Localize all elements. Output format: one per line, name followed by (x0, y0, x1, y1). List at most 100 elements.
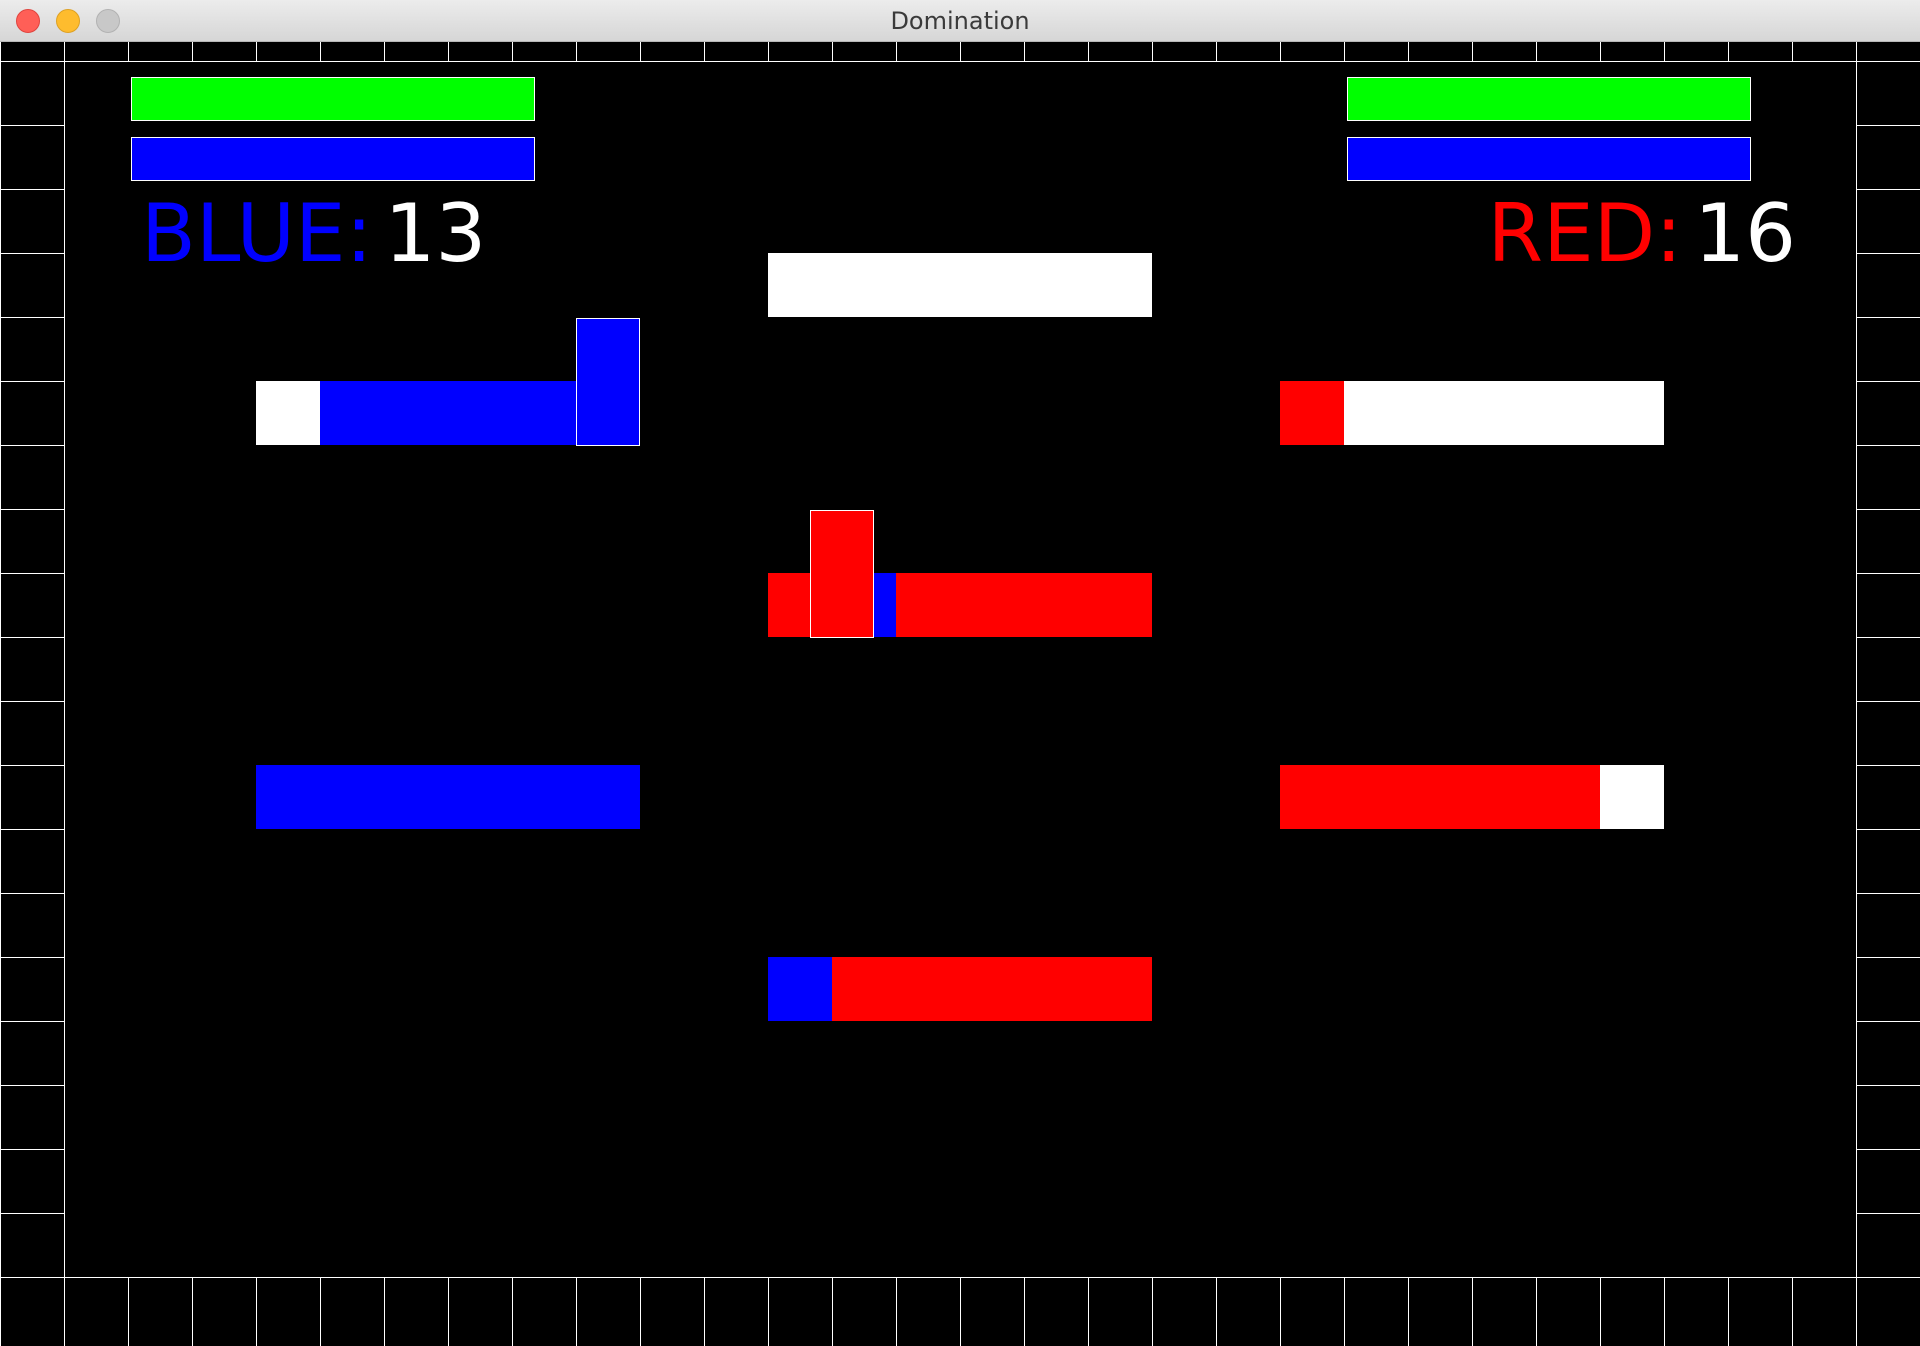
grid-cell (1536, 42, 1601, 62)
grid-cell (1856, 701, 1920, 766)
platform-segment-red (1472, 765, 1536, 829)
grid-cell (768, 42, 833, 62)
platform-segment-neutral (768, 253, 832, 317)
grid-cell (1856, 765, 1920, 830)
red-score-display: RED: 16 (1488, 184, 1796, 284)
platform-segment-blue (576, 765, 640, 829)
grid-cell (0, 125, 65, 190)
grid-cell (320, 1277, 385, 1346)
platform-segment-neutral (1600, 765, 1664, 829)
platform-segment-blue (768, 957, 832, 1021)
grid-cell (0, 701, 65, 766)
grid-cell (704, 1277, 769, 1346)
grid-cell (1280, 1277, 1345, 1346)
grid-cell (1728, 1277, 1793, 1346)
grid-cell (0, 42, 65, 62)
grid-cell (1408, 42, 1473, 62)
grid-cell (1856, 509, 1920, 574)
grid-cell (1856, 637, 1920, 702)
grid-cell (1856, 573, 1920, 638)
grid-cell (1472, 42, 1537, 62)
window-titlebar: Domination (0, 0, 1920, 42)
grid-cell (1856, 445, 1920, 510)
platform-segment-red (1536, 765, 1600, 829)
platform-segment-red (1344, 765, 1408, 829)
grid-cell (704, 42, 769, 62)
grid-cell (1856, 61, 1920, 126)
grid-cell (1280, 42, 1345, 62)
red-player (810, 510, 874, 638)
grid-cell (0, 253, 65, 318)
grid-cell (256, 42, 321, 62)
grid-cell (1856, 317, 1920, 382)
red-health-fill (1348, 78, 1750, 120)
grid-cell (1024, 42, 1089, 62)
platform-segment-blue (384, 765, 448, 829)
platform-segment-neutral (1600, 381, 1664, 445)
grid-cell (640, 42, 705, 62)
platform-segment-red (1024, 957, 1088, 1021)
red-energy-bar (1347, 137, 1751, 181)
platform-segment-neutral (1088, 253, 1152, 317)
blue-score-display: BLUE: 13 (141, 184, 486, 284)
grid-cell (1024, 1277, 1089, 1346)
grid-cell (1792, 42, 1857, 62)
platform-segment-neutral (1024, 253, 1088, 317)
grid-cell (1408, 1277, 1473, 1346)
grid-cell (1856, 829, 1920, 894)
grid-cell (1152, 42, 1217, 62)
grid-cell (1728, 42, 1793, 62)
grid-cell (0, 765, 65, 830)
grid-cell (576, 42, 641, 62)
grid-cell (128, 42, 193, 62)
grid-cell (1856, 125, 1920, 190)
grid-cell (1856, 1149, 1920, 1214)
grid-cell (1152, 1277, 1217, 1346)
grid-cell (1600, 42, 1665, 62)
grid-cell (960, 42, 1025, 62)
platform-segment-red (1024, 573, 1088, 637)
platform-segment-red (1408, 765, 1472, 829)
platform-segment-neutral (960, 253, 1024, 317)
platform-segment-blue (448, 765, 512, 829)
platform-segment-red (896, 957, 960, 1021)
grid-cell (512, 1277, 577, 1346)
grid-cell (832, 1277, 897, 1346)
grid-cell (1344, 42, 1409, 62)
platform-segment-blue (320, 765, 384, 829)
grid-cell (640, 1277, 705, 1346)
grid-cell (0, 1085, 65, 1150)
grid-cell (0, 445, 65, 510)
grid-cell (1856, 189, 1920, 254)
grid-cell (1856, 893, 1920, 958)
blue-score-value: 13 (384, 187, 487, 280)
platform-segment-red (1088, 957, 1152, 1021)
grid-cell (1856, 253, 1920, 318)
grid-cell (0, 829, 65, 894)
platform-segment-red (960, 573, 1024, 637)
blue-score-label: BLUE: (141, 187, 373, 280)
grid-cell (1344, 1277, 1409, 1346)
grid-cell (0, 637, 65, 702)
grid-cell (1088, 1277, 1153, 1346)
platform-segment-neutral (1536, 381, 1600, 445)
grid-cell (448, 1277, 513, 1346)
grid-cell (512, 42, 577, 62)
blue-health-fill (132, 78, 534, 120)
grid-cell (1216, 42, 1281, 62)
blue-energy-bar (131, 137, 535, 181)
platform-segment-red (1280, 765, 1344, 829)
grid-cell (1856, 1085, 1920, 1150)
grid-cell (1216, 1277, 1281, 1346)
grid-cell (0, 573, 65, 638)
grid-cell (64, 1277, 129, 1346)
grid-cell (0, 1021, 65, 1086)
grid-cell (1536, 1277, 1601, 1346)
platform-segment-red (960, 957, 1024, 1021)
grid-cell (256, 1277, 321, 1346)
platform-segment-red (896, 573, 960, 637)
game-canvas[interactable]: BLUE: 13 RED: 16 (0, 42, 1920, 1346)
platform-segment-neutral (832, 253, 896, 317)
grid-cell (896, 1277, 961, 1346)
grid-cell (1600, 1277, 1665, 1346)
